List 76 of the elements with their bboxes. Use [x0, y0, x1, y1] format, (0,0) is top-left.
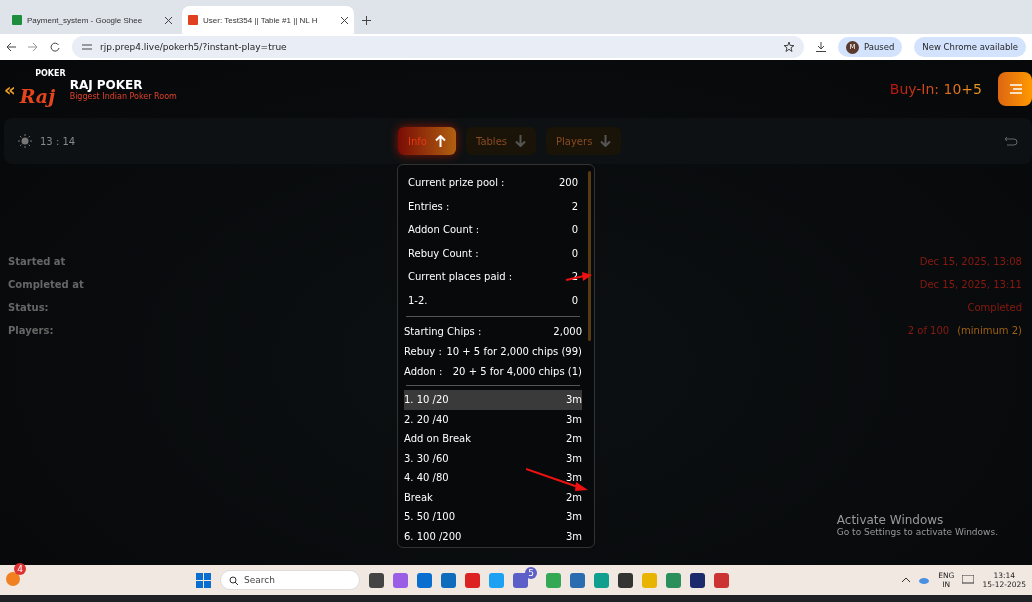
- stat-value: 200: [558, 177, 578, 189]
- download-icon[interactable]: [815, 42, 826, 52]
- level-row[interactable]: Break 2m: [404, 487, 582, 507]
- menu-icon: [1008, 84, 1022, 94]
- brand-name: RAJ POKER: [69, 77, 144, 92]
- app-icon[interactable]: [369, 572, 384, 588]
- chips-value: 2,000: [553, 325, 582, 337]
- detail-label: Status:: [8, 301, 49, 313]
- stat-value: 0: [571, 224, 578, 236]
- detail-value: Dec 15, 2025, 13:11: [919, 278, 1022, 290]
- chips-label: Starting Chips :: [404, 325, 482, 337]
- detail-value: 2 of 100: [907, 324, 950, 336]
- level-row[interactable]: 3. 30 /60 3m: [404, 448, 582, 468]
- undo-icon[interactable]: [1004, 136, 1018, 146]
- logo: Raj: [19, 85, 56, 107]
- new-tab-icon[interactable]: [362, 16, 371, 25]
- stat-label: Rebuy Count :: [408, 247, 479, 259]
- annotation-arrow-icon: [526, 468, 588, 492]
- app-icon[interactable]: [618, 572, 633, 588]
- cloud-icon[interactable]: [918, 576, 931, 584]
- forward-icon[interactable]: [28, 42, 38, 52]
- chips-value: 10 + 5 for 2,000 chips (99): [446, 345, 582, 357]
- taskbar-search[interactable]: Search: [220, 570, 360, 590]
- stat-value: 0: [571, 247, 578, 259]
- chevron-up-icon[interactable]: [902, 577, 911, 583]
- level-row[interactable]: 1. 10 /20 3m: [404, 390, 582, 410]
- browser-tab[interactable]: Payment_system - Google Shee: [6, 6, 178, 34]
- stat-value: 0: [571, 294, 578, 306]
- level-row[interactable]: 4. 40 /80 3m: [404, 468, 582, 488]
- annotation-arrow-icon: [566, 272, 592, 282]
- detail-value: Dec 15, 2025, 13:08: [919, 255, 1022, 267]
- stat-label: Current places paid :: [408, 271, 513, 283]
- stat-label: Addon Count :: [408, 224, 480, 236]
- chips-value: 20 + 5 for 4,000 chips (1): [452, 365, 582, 377]
- app-icon[interactable]: [690, 572, 705, 588]
- menu-button[interactable]: [998, 72, 1032, 106]
- level-row[interactable]: 2. 20 /40 3m: [404, 409, 582, 429]
- level-row[interactable]: 5. 50 /100 3m: [404, 507, 582, 527]
- browser-tab[interactable]: User: Test354 || Table #1 || NL H: [182, 6, 354, 34]
- back-chevron[interactable]: «: [4, 78, 16, 100]
- stat-label: Entries :: [408, 200, 450, 212]
- watermark-subtitle: Go to Settings to activate Windows.: [836, 527, 998, 537]
- stat-label: 1-2.: [408, 294, 428, 306]
- search-icon: [229, 575, 238, 585]
- back-icon[interactable]: [6, 42, 16, 52]
- arrow-down-icon: [515, 135, 526, 147]
- start-icon[interactable]: [196, 572, 211, 588]
- detail-note: (minimum 2): [957, 324, 1022, 336]
- star-icon[interactable]: [783, 42, 794, 52]
- brand-tagline: Biggest Indian Poker Room: [69, 91, 177, 101]
- stat-label: Current prize pool :: [408, 177, 505, 189]
- chips-label: Rebuy :: [404, 345, 442, 357]
- detail-value: Completed: [967, 301, 1022, 313]
- detail-label: Players:: [8, 324, 54, 336]
- chips-label: Addon :: [404, 365, 443, 377]
- scrollbar[interactable]: [588, 171, 591, 341]
- address-bar[interactable]: rjp.prep4.live/pokerh5/?instant-play=true: [72, 36, 804, 58]
- count-badge: 5: [525, 567, 537, 579]
- detail-label: Completed at: [8, 278, 84, 290]
- arrow-up-icon: [434, 135, 446, 147]
- close-icon[interactable]: [341, 16, 348, 24]
- detail-label: Started at: [8, 255, 66, 267]
- arrow-down-icon: [600, 135, 612, 147]
- sun-icon: [18, 134, 32, 148]
- close-icon[interactable]: [165, 16, 172, 24]
- stat-value: 2: [571, 200, 578, 212]
- site-settings-icon[interactable]: [82, 43, 92, 51]
- logo-label: POKER: [35, 69, 66, 78]
- buy-in-label: Buy-In: 10+5: [889, 81, 982, 97]
- reload-icon[interactable]: [50, 42, 60, 52]
- site-icon: [188, 15, 198, 25]
- update-button[interactable]: New Chrome available: [914, 37, 1026, 57]
- clock-time: 13 : 14: [40, 135, 76, 147]
- watermark-title: Activate Windows: [836, 513, 945, 527]
- level-row[interactable]: Add on Break 2m: [404, 429, 582, 449]
- level-row[interactable]: 6. 100 /200 3m: [404, 526, 582, 546]
